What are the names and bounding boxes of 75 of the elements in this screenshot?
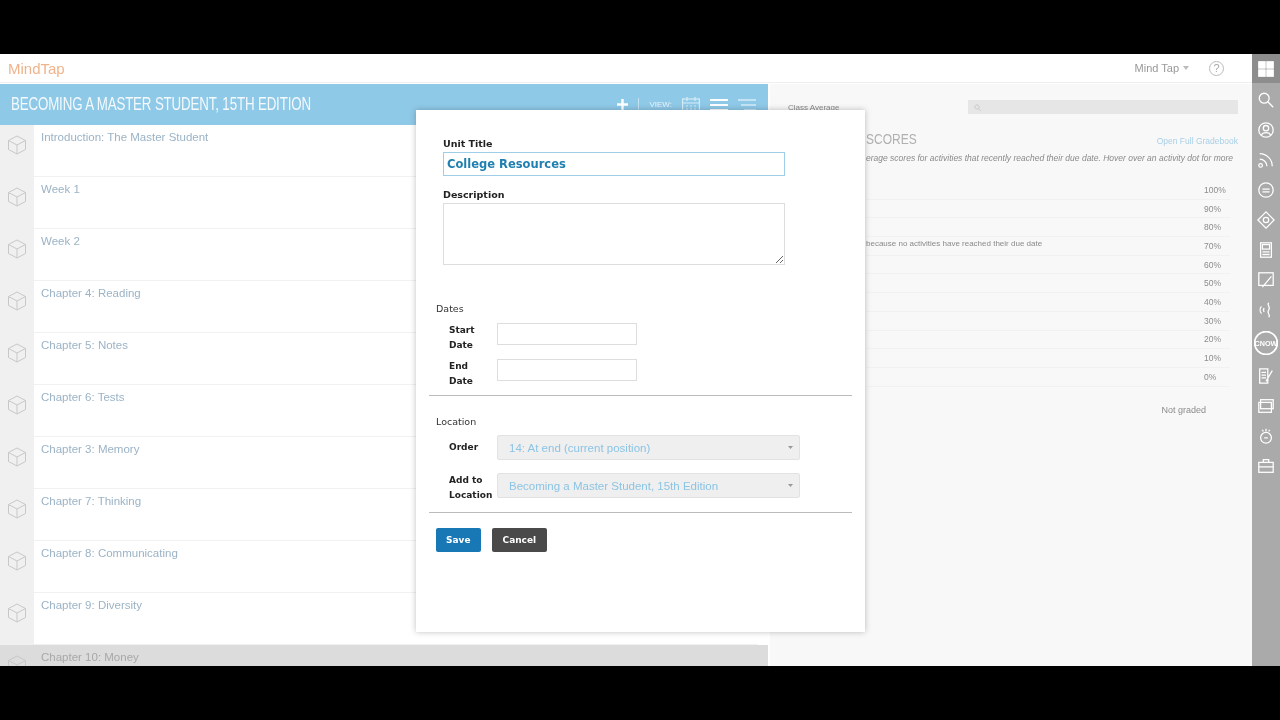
section-heading: Location xyxy=(436,416,478,427)
axis-label: 60% xyxy=(1203,259,1222,270)
cube-icon xyxy=(7,499,27,519)
search-icon[interactable] xyxy=(1257,91,1275,109)
feed-icon[interactable] xyxy=(1257,151,1275,169)
chart-description: erage scores for activities that recently reached their due date. Hover over an activity dot for more xyxy=(866,153,1235,163)
section-title: SCORES xyxy=(866,130,917,147)
grid-icon[interactable] xyxy=(1257,59,1275,78)
cube-icon xyxy=(7,395,27,415)
cube-icon xyxy=(7,603,27,623)
cube-icon xyxy=(7,551,27,571)
unit-link[interactable]: Chapter 6: Tests xyxy=(41,391,125,403)
unit-link[interactable]: Week 2 xyxy=(41,235,80,247)
dropdown[interactable]: 14: At end (current position) xyxy=(497,435,800,460)
axis-label: 90% xyxy=(1203,203,1222,214)
axis-label: 80% xyxy=(1203,222,1222,233)
axis-label: 30% xyxy=(1203,315,1222,326)
cube-icon xyxy=(7,343,27,363)
calendar-icon[interactable] xyxy=(682,96,700,113)
chart-pen-icon[interactable] xyxy=(1257,271,1275,289)
cube-icon xyxy=(7,239,27,259)
field-label: End Date xyxy=(449,360,474,388)
field-label: Unit Title xyxy=(443,138,494,149)
unit-link[interactable]: Chapter 9: Diversity xyxy=(41,599,142,611)
caret-icon xyxy=(1183,66,1189,70)
save-button[interactable]: Save xyxy=(436,528,481,552)
list-view-icon[interactable] xyxy=(710,98,728,111)
unit-link[interactable]: Chapter 8: Communicating xyxy=(41,547,178,559)
section-heading: Dates xyxy=(436,303,465,314)
axis-label: 0% xyxy=(1203,371,1218,382)
outline-view-icon[interactable] xyxy=(738,98,756,111)
gradebook-link[interactable]: Open Full Gradebook xyxy=(1156,136,1238,146)
axis-label: 100% xyxy=(1203,184,1227,195)
diamond-icon[interactable] xyxy=(1257,211,1275,229)
unit-link[interactable]: Chapter 3: Memory xyxy=(41,443,140,455)
date-input[interactable] xyxy=(497,359,637,381)
field-label: Description xyxy=(443,189,506,200)
unit-link[interactable]: Introduction: The Master Student xyxy=(41,131,209,143)
course-title: BECOMING A MASTER STUDENT, 15TH EDITION xyxy=(11,94,311,115)
title-input[interactable]: College Resources xyxy=(443,152,785,176)
notes-pen-icon[interactable] xyxy=(1257,367,1275,385)
cube-icon xyxy=(7,447,27,467)
book-icon[interactable] xyxy=(1257,241,1275,259)
dropdown[interactable]: Becoming a Master Student, 15th Edition xyxy=(497,473,800,498)
axis-label: 40% xyxy=(1203,296,1222,307)
empty-message: because no activities have reached their due date xyxy=(866,239,1043,248)
axis-label: 70% xyxy=(1203,240,1222,251)
caret-icon xyxy=(788,484,793,487)
unit-link[interactable]: Chapter 5: Notes xyxy=(41,339,128,351)
briefcase-icon[interactable] xyxy=(1257,457,1275,475)
field-label: Start Date xyxy=(449,324,476,352)
description-input[interactable] xyxy=(443,203,785,265)
axis-label: 10% xyxy=(1203,353,1222,364)
cube-icon xyxy=(7,135,27,155)
search-icon xyxy=(974,103,981,111)
date-input[interactable] xyxy=(497,323,637,345)
axis-label: 50% xyxy=(1203,278,1222,289)
axis-label: 20% xyxy=(1203,334,1222,345)
round-badge-icon[interactable] xyxy=(1257,181,1275,199)
view-label: VIEW: xyxy=(649,100,672,109)
caret-icon xyxy=(788,446,793,449)
account-menu[interactable]: Mind Tap xyxy=(1134,62,1189,74)
cards-icon[interactable] xyxy=(1257,397,1275,415)
legend-label: Not graded xyxy=(1161,404,1206,415)
person-circle-icon[interactable] xyxy=(1257,121,1275,139)
unit-link[interactable]: Chapter 7: Thinking xyxy=(41,495,142,507)
field-label: Order xyxy=(449,441,480,454)
app-logo[interactable]: MindTap xyxy=(8,59,65,77)
cube-icon xyxy=(7,187,27,207)
add-icon[interactable] xyxy=(617,99,629,110)
stopwatch-icon[interactable] xyxy=(1257,427,1275,445)
cancel-button[interactable]: Cancel xyxy=(491,528,548,552)
cube-icon xyxy=(7,291,27,311)
unit-link[interactable]: Chapter 4: Reading xyxy=(41,287,141,299)
unit-link[interactable]: Week 1 xyxy=(41,183,80,195)
